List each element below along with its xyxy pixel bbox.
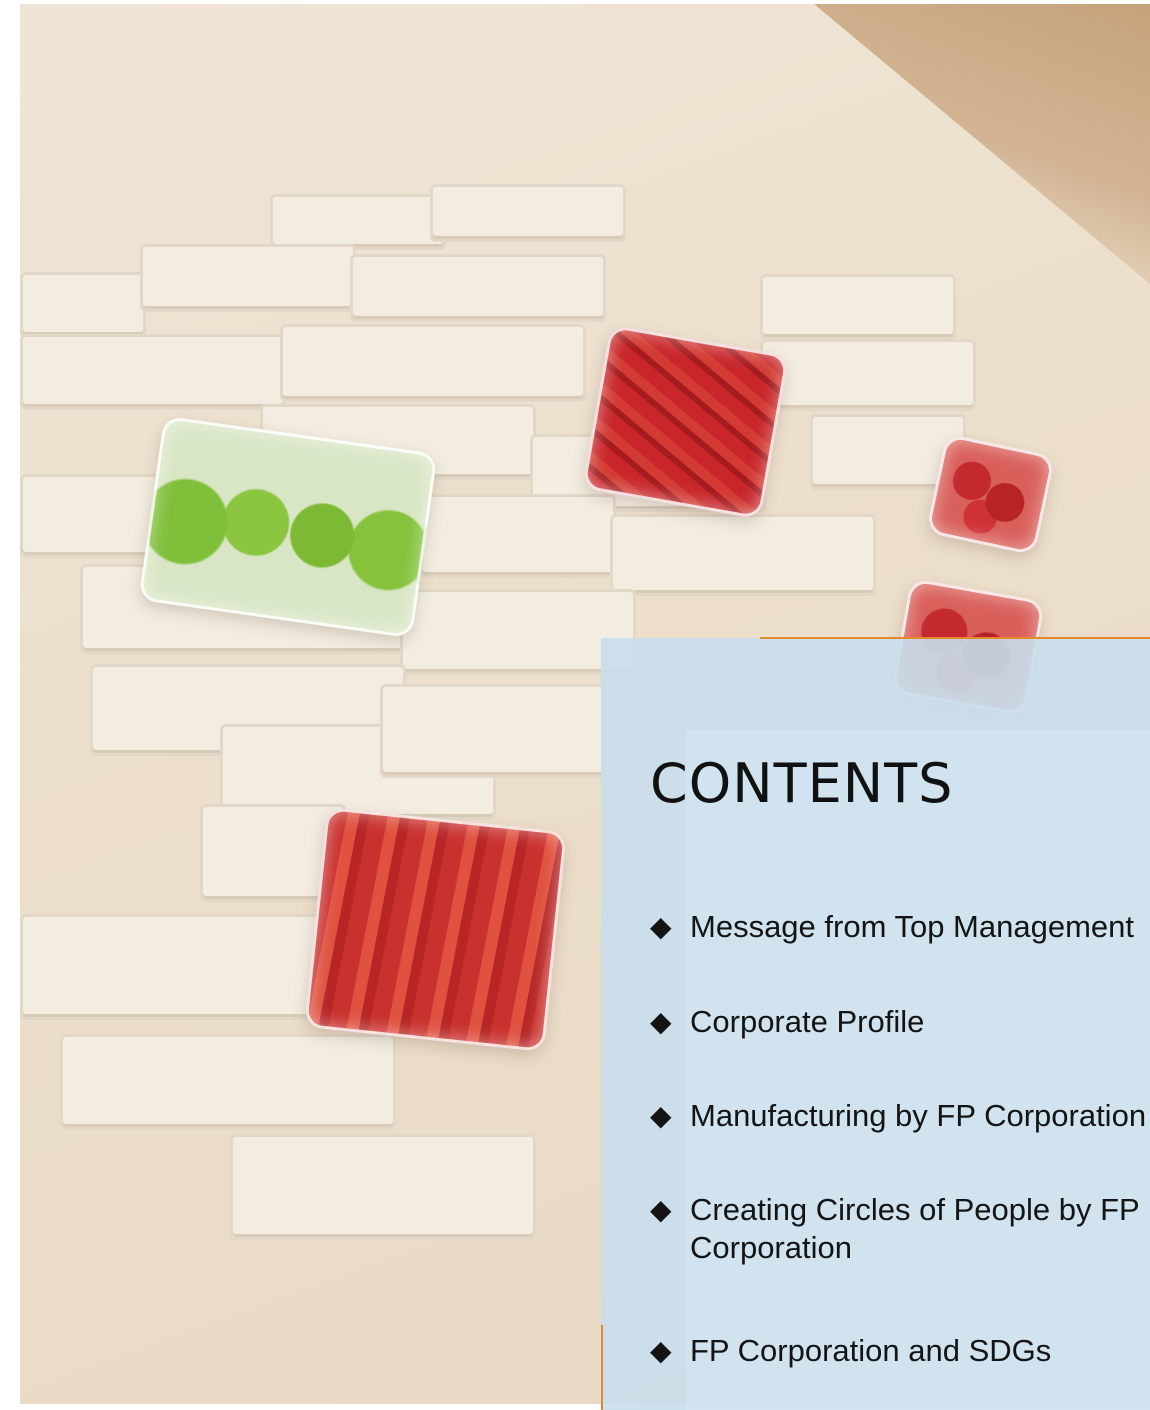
contents-item-label: Manufacturing by FP Corporation (690, 1098, 1147, 1133)
contents-item-label: Corporate Profile (690, 1004, 925, 1039)
accent-rule-top (760, 637, 1150, 639)
contents-item[interactable]: ◆ Corporate Profile (650, 1003, 1150, 1041)
brick (760, 339, 976, 411)
chili-tray (581, 324, 790, 520)
brick (60, 1034, 396, 1130)
brick (420, 494, 616, 578)
diamond-bullet-icon: ◆ (650, 1006, 672, 1037)
pepper-tray (304, 807, 567, 1052)
contents-title: CONTENTS (650, 752, 954, 815)
lime-tray (138, 415, 438, 639)
contents-item[interactable]: ◆ Creating Circles of People by FP Corpor… (650, 1191, 1150, 1267)
diamond-bullet-icon: ◆ (650, 1194, 672, 1225)
brick (380, 684, 606, 778)
contents-item[interactable]: ◆ Manufacturing by FP Corporation (650, 1097, 1150, 1135)
brick (760, 274, 956, 340)
brick (20, 914, 346, 1020)
brick (610, 514, 876, 596)
brick (280, 324, 586, 402)
brick (20, 272, 146, 338)
contents-item[interactable]: ◆ FP Corporation and SDGs (650, 1332, 1150, 1370)
contents-item-label: FP Corporation and SDGs (690, 1333, 1052, 1368)
contents-panel-inner (686, 730, 1150, 1410)
accent-rule-left (601, 1325, 603, 1410)
ceiling-shadow (814, 4, 1150, 284)
brick (20, 474, 166, 558)
contents-item[interactable]: ◆ Message from Top Management (650, 908, 1150, 946)
diamond-bullet-icon: ◆ (650, 1100, 672, 1131)
strawberry-tray (925, 433, 1056, 556)
brochure-page: CONTENTS ◆ Message from Top Management ◆ C… (0, 0, 1150, 1410)
brick (350, 254, 606, 322)
contents-item-label: Message from Top Management (690, 909, 1134, 944)
brick (430, 184, 626, 242)
diamond-bullet-icon: ◆ (650, 1335, 672, 1366)
brick (20, 334, 286, 410)
brick (230, 1134, 536, 1240)
contents-item-label: Creating Circles of People by FP Corpora… (690, 1192, 1140, 1265)
diamond-bullet-icon: ◆ (650, 911, 672, 942)
brick (140, 244, 356, 312)
brick (270, 194, 446, 250)
